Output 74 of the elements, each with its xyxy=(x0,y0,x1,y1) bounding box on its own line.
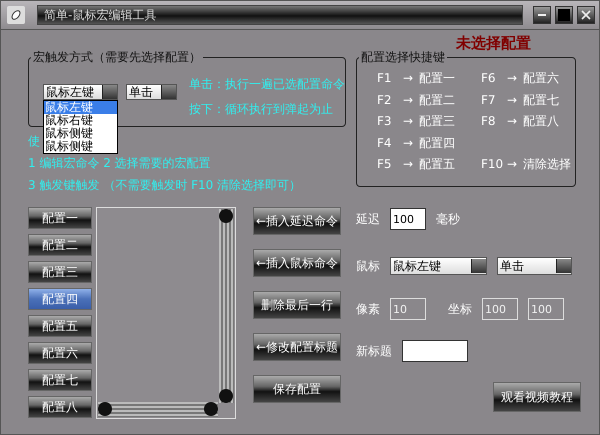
hotkey-target: 配置一 xyxy=(419,71,456,86)
group-title: 配置选择快捷键 xyxy=(359,50,447,64)
status-text: 未选择配置 xyxy=(456,34,531,54)
action-select[interactable]: 单击 xyxy=(126,84,177,100)
usage-text: 3 触发键触发 （不需要触发时 F10 清除选择即可） xyxy=(28,177,302,193)
new-title-label: 新标题 xyxy=(356,342,392,360)
delay-field[interactable]: 100 xyxy=(390,208,426,230)
hotkey-key: F6 xyxy=(481,71,501,86)
maximize-button[interactable] xyxy=(555,6,573,24)
hotkey-target: 清除选择 xyxy=(523,157,572,172)
config-button[interactable]: 配置二 xyxy=(28,234,92,256)
config-button[interactable]: 配置七 xyxy=(28,369,92,391)
hotkey-key: F5 xyxy=(377,157,397,172)
mouse-button-select[interactable]: 鼠标左键 xyxy=(390,257,487,275)
hotkey-key: F8 xyxy=(481,114,501,128)
arrow-text: → xyxy=(403,114,414,128)
window-title: 简单-鼠标宏编辑工具 xyxy=(37,5,523,25)
command-button[interactable]: ←插入鼠标命令 xyxy=(253,249,341,277)
config-button[interactable]: 配置四 xyxy=(28,288,92,310)
command-button[interactable]: ←修改配置标题 xyxy=(253,333,341,361)
close-icon xyxy=(581,10,591,20)
config-button[interactable]: 配置三 xyxy=(28,261,92,283)
delay-label: 延迟 xyxy=(356,210,380,228)
arrow-text: → xyxy=(507,71,518,86)
hotkey-key: F2 xyxy=(377,92,397,107)
config-button[interactable]: 配置五 xyxy=(28,315,92,337)
hotkey-key: F10 xyxy=(481,157,501,172)
hotkey-key: F4 xyxy=(377,136,397,150)
group-title: 宏触发方式（需要先选择配置） xyxy=(31,50,203,64)
usage-text: 1 编辑宏命令 2 选择需要的宏配置 xyxy=(28,155,211,171)
hotkey-key: F1 xyxy=(377,71,397,86)
arrow-text: → xyxy=(403,157,414,172)
button-select[interactable]: 鼠标左键 xyxy=(43,84,118,100)
mouse-label: 鼠标 xyxy=(356,258,380,274)
command-list[interactable] xyxy=(96,207,236,419)
close-button[interactable] xyxy=(577,6,595,24)
config-button[interactable]: 配置一 xyxy=(28,207,92,229)
hotkey-target: 配置八 xyxy=(523,114,560,128)
config-button[interactable]: 配置六 xyxy=(28,342,92,364)
note-text: 按下：循环执行到弹起为止 xyxy=(189,101,334,118)
arrow-text: → xyxy=(403,136,414,150)
arrow-text: → xyxy=(507,157,518,172)
arrow-text: → xyxy=(403,71,414,86)
arrow-text: → xyxy=(507,114,518,128)
dropdown-option[interactable]: 鼠标侧键 xyxy=(44,127,117,140)
hotkey-target: 配置五 xyxy=(419,157,456,172)
horizontal-scrollbar[interactable] xyxy=(98,402,218,417)
pixel-label: 像素 xyxy=(356,300,380,318)
dropdown-option[interactable]: 鼠标侧键 xyxy=(44,140,117,153)
hotkey-key: F3 xyxy=(377,114,397,128)
hotkey-target: 配置三 xyxy=(419,114,456,128)
new-title-field[interactable] xyxy=(402,340,468,362)
command-button[interactable]: ←插入延迟命令 xyxy=(253,207,341,235)
unit-label: 毫秒 xyxy=(436,210,460,228)
arrow-text: → xyxy=(507,92,518,107)
hotkey-target: 配置四 xyxy=(419,136,456,150)
command-button[interactable]: 删除最后一行 xyxy=(253,291,341,319)
hotkey-target: 配置六 xyxy=(523,71,560,86)
hotkey-target: 配置七 xyxy=(523,92,560,107)
hotkey-key: F7 xyxy=(481,92,501,107)
click-type-select[interactable]: 单击 xyxy=(497,257,572,275)
coordinate-label: 坐标 xyxy=(448,300,472,318)
usage-text: 使 xyxy=(28,133,40,149)
hotkey-target: 配置二 xyxy=(419,92,456,107)
command-button[interactable]: 保存配置 xyxy=(253,375,341,403)
mouse-icon xyxy=(7,6,25,24)
config-button[interactable]: 配置八 xyxy=(28,396,92,418)
vertical-scrollbar[interactable] xyxy=(219,209,234,403)
tutorial-button[interactable]: 观看视频教程 xyxy=(493,382,581,412)
dropdown-option[interactable]: 鼠标左键 xyxy=(44,101,117,114)
note-text: 单击：执行一遍已选配置命令 xyxy=(189,76,345,93)
arrow-text: → xyxy=(403,92,414,107)
dropdown-option[interactable]: 鼠标右键 xyxy=(44,114,117,127)
minimize-button[interactable] xyxy=(533,6,551,24)
